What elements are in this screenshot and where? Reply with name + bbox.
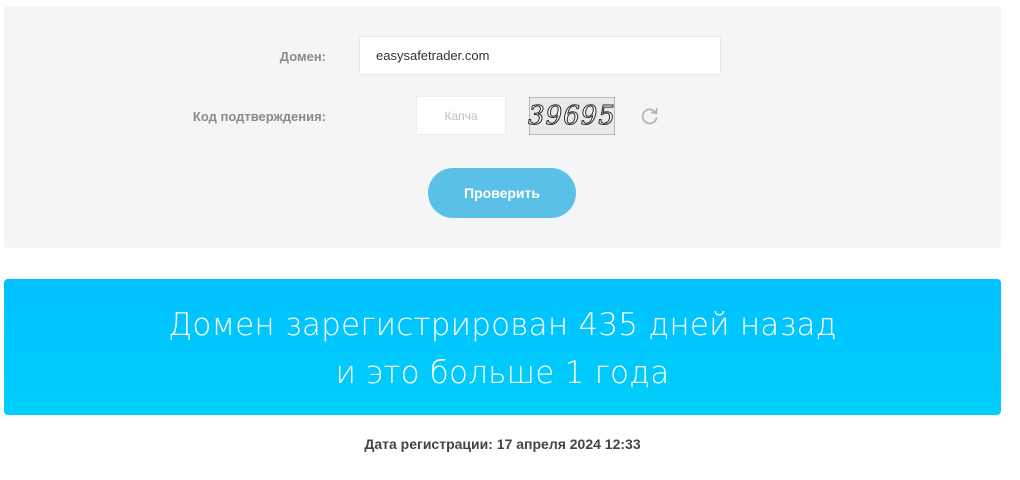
domain-check-form: Домен: Код подтверждения: 39695 Проверит… — [4, 6, 1001, 248]
domain-input[interactable] — [359, 36, 721, 75]
check-button[interactable]: Проверить — [428, 168, 576, 218]
result-banner: Домен зарегистрирован 435 дней назад и э… — [4, 279, 1001, 415]
result-line-age: Домен зарегистрирован 435 дней назад — [168, 307, 837, 343]
captcha-image: 39695 — [528, 97, 615, 135]
result-line-comparison: и это больше 1 года — [335, 355, 670, 391]
captcha-label: Код подтверждения: — [192, 109, 326, 124]
refresh-icon[interactable] — [640, 106, 660, 126]
domain-label: Домен: — [279, 49, 326, 64]
registration-date: Дата регистрации: 17 апреля 2024 12:33 — [364, 436, 641, 452]
captcha-input[interactable] — [416, 96, 506, 135]
